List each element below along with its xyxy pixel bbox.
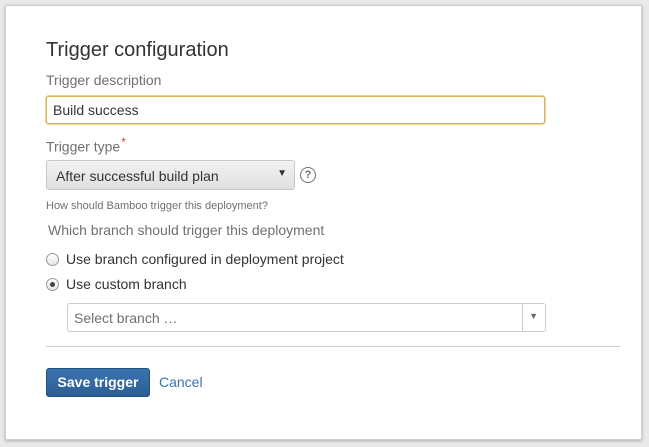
trigger-description-input[interactable] [46, 96, 545, 124]
radio-button-selected[interactable] [46, 278, 59, 291]
branch-select[interactable]: Select branch … ▼ [67, 303, 546, 332]
radio-option-label: Use branch configured in deployment proj… [66, 251, 344, 267]
cancel-link[interactable]: Cancel [159, 374, 203, 390]
radio-button[interactable] [46, 253, 59, 266]
trigger-type-selected-value: After successful build plan [56, 168, 219, 184]
trigger-type-label: Trigger type* [46, 136, 126, 155]
select-divider [522, 304, 523, 331]
save-trigger-button[interactable]: Save trigger [46, 368, 150, 397]
trigger-description-label: Trigger description [46, 72, 162, 88]
trigger-type-label-text: Trigger type [46, 138, 121, 155]
footer-divider [46, 346, 620, 347]
dropdown-arrow-icon: ▼ [277, 168, 287, 179]
help-icon[interactable]: ? [300, 167, 316, 183]
branch-select-placeholder: Select branch … [74, 310, 178, 326]
dialog-title: Trigger configuration [46, 39, 229, 61]
chevron-down-icon[interactable]: ▼ [529, 311, 538, 321]
trigger-type-hint: How should Bamboo trigger this deploymen… [46, 200, 268, 212]
trigger-type-select[interactable]: After successful build plan ▼ [46, 160, 295, 190]
required-marker: * [121, 136, 126, 149]
branch-question-label: Which branch should trigger this deploym… [48, 222, 325, 238]
trigger-configuration-dialog: Trigger configuration Trigger descriptio… [5, 5, 642, 440]
radio-option-label: Use custom branch [66, 276, 187, 292]
